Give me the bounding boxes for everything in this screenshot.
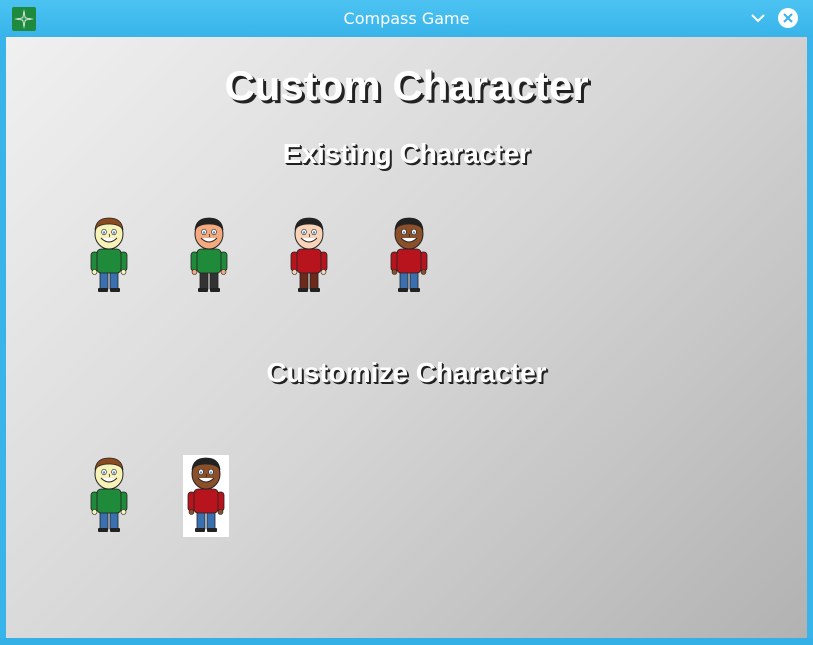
existing-character-4[interactable] [386, 215, 432, 297]
page-title: Custom Character [224, 62, 589, 109]
character-avatar-icon [187, 457, 225, 532]
character-avatar-icon [190, 217, 228, 292]
custom-character-1[interactable] [86, 455, 132, 537]
character-avatar-icon [390, 217, 428, 292]
character-avatar-icon [90, 457, 128, 532]
existing-character-3[interactable] [286, 215, 332, 297]
existing-character-1[interactable] [86, 215, 132, 297]
minimize-button[interactable] [748, 8, 768, 28]
content-area: Custom Character Existing Character Cust… [6, 37, 807, 638]
close-button[interactable] [777, 7, 799, 29]
customize-character-heading: Customize Character [266, 357, 547, 388]
chevron-down-icon [751, 14, 765, 23]
title-bar[interactable]: Compass Game [0, 0, 813, 37]
existing-character-heading: Existing Character [282, 138, 531, 169]
window-border-bottom [0, 638, 813, 645]
game-window: Compass Game Custom Character Existing C… [0, 0, 813, 645]
window-title: Compass Game [343, 9, 470, 28]
close-icon [778, 8, 798, 28]
existing-character-2[interactable] [186, 215, 232, 297]
character-avatar-icon [90, 217, 128, 292]
character-avatar-icon [290, 217, 328, 292]
window-border-right [807, 37, 813, 638]
custom-character-2[interactable] [183, 455, 229, 537]
